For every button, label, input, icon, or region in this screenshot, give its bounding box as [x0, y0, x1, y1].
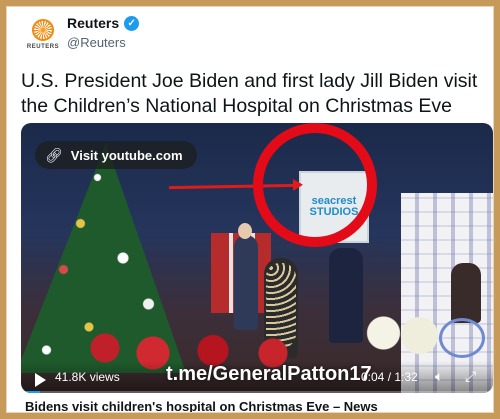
progress-fill: [21, 391, 40, 393]
account-handle[interactable]: @Reuters: [67, 35, 126, 50]
reuters-logo-icon: [32, 19, 54, 41]
volume-icon[interactable]: 🔈︎: [435, 368, 443, 385]
tweet-text: U.S. President Joe Biden and first lady …: [21, 70, 478, 117]
visit-link-button[interactable]: 🔗︎ Visit youtube.com: [35, 141, 197, 169]
person-attendee: [329, 248, 363, 343]
watermark-text: t.me/GeneralPatton17: [166, 363, 372, 385]
link-card-title[interactable]: Bidens visit children's hospital on Chri…: [25, 399, 378, 412]
play-icon[interactable]: [35, 373, 46, 387]
view-count: 41.8K views: [55, 370, 120, 384]
link-icon: 🔗︎: [45, 146, 63, 163]
video-controls: 41.8K views t.me/GeneralPatton17 0:04 / …: [21, 361, 493, 393]
verified-badge-icon: ✓: [124, 15, 140, 31]
progress-bar[interactable]: [21, 391, 493, 393]
account-name[interactable]: Reuters: [67, 15, 119, 31]
video-player[interactable]: seacrest STUDIOS 🔗︎ Visit youtube.com 41…: [21, 123, 493, 393]
video-time: 0:04 / 1:32: [361, 370, 418, 384]
fullscreen-icon[interactable]: ⤢: [465, 368, 476, 385]
person-child: [451, 263, 481, 323]
annotation-circle: [253, 123, 377, 247]
account-name-row: Reuters ✓: [67, 15, 140, 31]
person-joe-biden: [234, 235, 258, 330]
visit-link-label: Visit youtube.com: [70, 147, 183, 163]
reuters-logo[interactable]: REUTERS: [23, 19, 63, 55]
logo-text: REUTERS: [26, 44, 60, 50]
tweet-card: REUTERS Reuters ✓ @Reuters U.S. Presiden…: [6, 6, 494, 413]
white-flowers: [361, 308, 451, 358]
person-head: [238, 223, 252, 239]
